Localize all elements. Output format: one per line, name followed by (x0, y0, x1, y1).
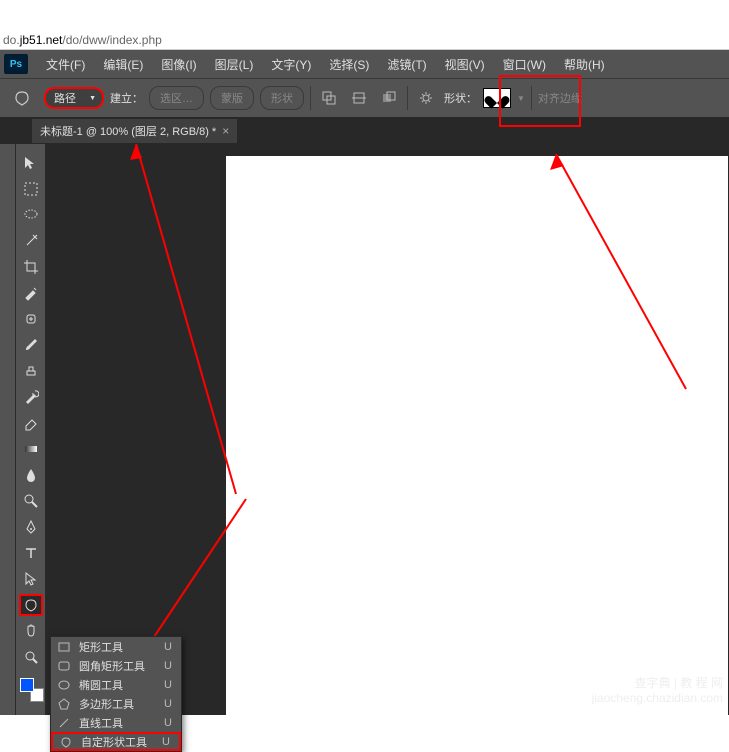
blur-tool[interactable] (19, 464, 43, 486)
clone-stamp-tool[interactable] (19, 360, 43, 382)
path-operations-icon[interactable] (317, 86, 341, 110)
build-selection-button[interactable]: 选区… (149, 86, 204, 110)
pen-tool[interactable] (19, 516, 43, 538)
foreground-color[interactable] (20, 678, 34, 692)
document-tab-title: 未标题-1 @ 100% (图层 2, RGB/8) * (40, 123, 216, 139)
gradient-tool[interactable] (19, 438, 43, 460)
mode-dropdown[interactable]: 路径 (44, 87, 104, 109)
ruler-gutter (0, 144, 16, 715)
type-tool[interactable] (19, 542, 43, 564)
eyedropper-tool[interactable] (19, 282, 43, 304)
close-icon[interactable]: × (222, 124, 229, 138)
crop-tool[interactable] (19, 256, 43, 278)
magic-wand-tool[interactable] (19, 230, 43, 252)
menu-select[interactable]: 选择(S) (321, 53, 377, 76)
divider (310, 86, 311, 110)
url-domain: jb51.net (20, 33, 63, 47)
menu-image[interactable]: 图像(I) (153, 53, 204, 76)
ellipse-icon (57, 678, 71, 692)
custom-shape-tool[interactable] (19, 594, 43, 616)
build-mask-button[interactable]: 蒙版 (210, 86, 254, 110)
browser-address-bar: do.jb51.net/do/dww/index.php (0, 0, 729, 50)
line-icon (57, 716, 71, 730)
flyout-line-tool[interactable]: 直线工具 U (51, 713, 181, 732)
document-canvas[interactable] (226, 156, 728, 715)
history-brush-tool[interactable] (19, 386, 43, 408)
dodge-tool[interactable] (19, 490, 43, 512)
roundrect-icon (57, 659, 71, 673)
divider (407, 86, 408, 110)
tools-panel (16, 144, 46, 715)
path-alignment-icon[interactable] (347, 86, 371, 110)
zoom-tool[interactable] (19, 646, 43, 668)
document-tab-bar: 未标题-1 @ 100% (图层 2, RGB/8) * × (0, 118, 729, 144)
align-edges-label[interactable]: 对齐边缘 (538, 90, 582, 106)
healing-brush-tool[interactable] (19, 308, 43, 330)
marquee-tool[interactable] (19, 178, 43, 200)
custom-shape-icon (59, 735, 73, 749)
eraser-tool[interactable] (19, 412, 43, 434)
shape-picker[interactable] (483, 88, 511, 108)
flyout-polygon-tool[interactable]: 多边形工具 U (51, 694, 181, 713)
menu-help[interactable]: 帮助(H) (556, 53, 613, 76)
shape-tool-flyout: 矩形工具 U 圆角矩形工具 U 椭圆工具 U 多边形工具 U 直线工具 U 自定… (50, 636, 182, 752)
shape-label: 形状： (444, 90, 477, 106)
path-selection-tool[interactable] (19, 568, 43, 590)
menu-view[interactable]: 视图(V) (437, 53, 493, 76)
rect-icon (57, 640, 71, 654)
flyout-rectangle-tool[interactable]: 矩形工具 U (51, 637, 181, 656)
menu-edit[interactable]: 编辑(E) (95, 53, 151, 76)
menu-file[interactable]: 文件(F) (38, 53, 93, 76)
options-bar: 路径 建立： 选区… 蒙版 形状 形状： ▼ 对齐边缘 (0, 78, 729, 118)
color-swatches[interactable] (18, 676, 44, 702)
url-path: /do/dww/index.php (62, 33, 161, 47)
menu-window[interactable]: 窗口(W) (495, 53, 554, 76)
heart-icon (489, 91, 505, 105)
work-area: 查字典 | 教 程 网 jiaocheng.chazidian.com (0, 144, 729, 715)
canvas-area[interactable]: 查字典 | 教 程 网 jiaocheng.chazidian.com (46, 144, 729, 715)
move-tool[interactable] (19, 152, 43, 174)
lasso-tool[interactable] (19, 204, 43, 226)
url-prefix: do. (3, 33, 20, 47)
flyout-ellipse-tool[interactable]: 椭圆工具 U (51, 675, 181, 694)
brush-tool[interactable] (19, 334, 43, 356)
hand-tool[interactable] (19, 620, 43, 642)
menu-bar: Ps 文件(F) 编辑(E) 图像(I) 图层(L) 文字(Y) 选择(S) 滤… (0, 50, 729, 78)
menu-filter[interactable]: 滤镜(T) (379, 53, 434, 76)
chevron-down-icon[interactable]: ▼ (517, 94, 525, 103)
photoshop-window: Ps 文件(F) 编辑(E) 图像(I) 图层(L) 文字(Y) 选择(S) 滤… (0, 50, 729, 715)
gear-icon[interactable] (414, 86, 438, 110)
build-label: 建立： (110, 90, 143, 106)
document-tab[interactable]: 未标题-1 @ 100% (图层 2, RGB/8) * × (32, 119, 237, 143)
flyout-rounded-rectangle-tool[interactable]: 圆角矩形工具 U (51, 656, 181, 675)
build-shape-button[interactable]: 形状 (260, 86, 304, 110)
menu-type[interactable]: 文字(Y) (263, 53, 319, 76)
divider (531, 86, 532, 110)
polygon-icon (57, 697, 71, 711)
tool-preset-icon[interactable] (6, 84, 38, 112)
path-arrangement-icon[interactable] (377, 86, 401, 110)
flyout-custom-shape-tool[interactable]: 自定形状工具 U (51, 732, 181, 751)
ps-logo: Ps (4, 54, 28, 74)
menu-layer[interactable]: 图层(L) (207, 53, 262, 76)
